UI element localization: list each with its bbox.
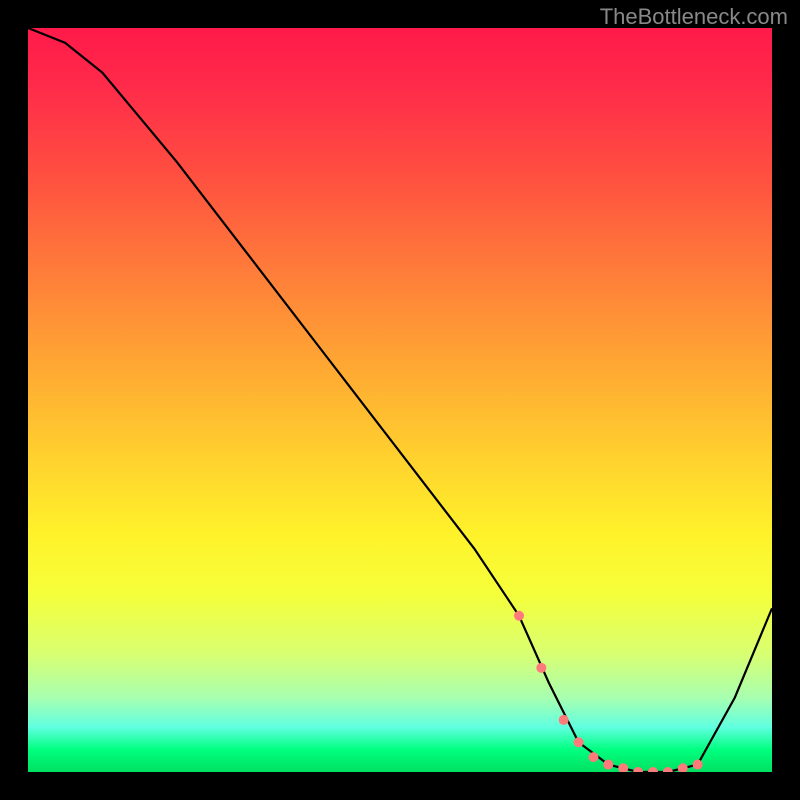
chart-plot-area <box>28 28 772 772</box>
attribution-text: TheBottleneck.com <box>600 4 788 30</box>
